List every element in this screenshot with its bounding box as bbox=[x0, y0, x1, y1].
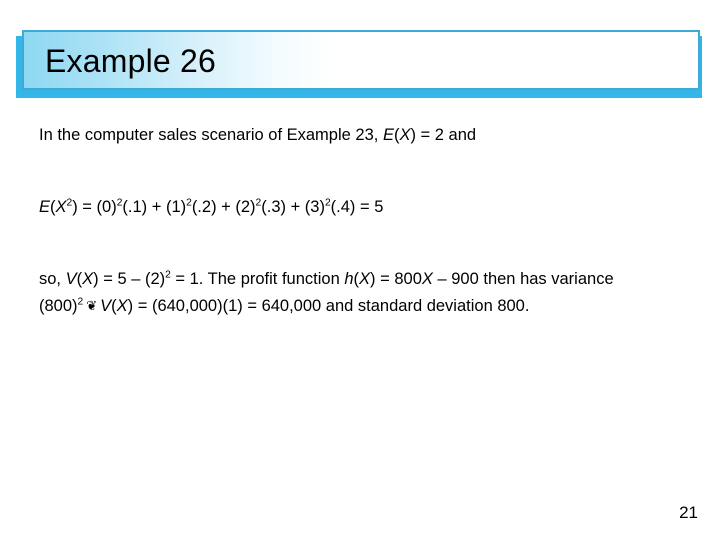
p2-term-c: (.3) + (3) bbox=[261, 198, 325, 216]
p2-var-x: X bbox=[55, 198, 67, 216]
page-number: 21 bbox=[679, 503, 698, 522]
p3-var-x-1: X bbox=[82, 270, 94, 288]
p1-text-part2: = 2 and bbox=[415, 126, 477, 144]
p3-var-h: h bbox=[344, 270, 354, 288]
p3-mid-2: = 1. The profit function bbox=[170, 270, 345, 288]
title-block: Example 26 bbox=[16, 30, 702, 98]
body-paragraph-2: E(X2) = (0)2(.1) + (1)2(.2) + (2)2(.3) +… bbox=[39, 194, 687, 221]
p3-mid-1: = 5 – (2) bbox=[98, 270, 166, 288]
body-paragraph-1: In the computer sales scenario of Exampl… bbox=[39, 122, 687, 149]
p3-var-x-2: X bbox=[359, 270, 371, 288]
slide-body: In the computer sales scenario of Exampl… bbox=[39, 122, 687, 320]
p3-var-v-2: V bbox=[100, 297, 112, 315]
p2-var-e: E bbox=[39, 198, 51, 216]
p3-var-x-3: X bbox=[421, 270, 433, 288]
ornament-icon: ❦ bbox=[86, 299, 98, 314]
slide: Example 26 In the computer sales scenari… bbox=[0, 0, 720, 540]
p2-term-a: (.1) + (1) bbox=[122, 198, 187, 216]
p1-var-x: X bbox=[399, 126, 411, 144]
p2-term-d: (.4) = 5 bbox=[330, 198, 384, 216]
p3-mid-3: = 800 bbox=[375, 270, 422, 288]
p1-var-e: E bbox=[382, 126, 394, 144]
slide-title: Example 26 bbox=[45, 43, 216, 79]
p3-lead: so, bbox=[39, 270, 66, 288]
p1-text-part1: In the computer sales scenario of Exampl… bbox=[39, 126, 383, 144]
p2-term-b: (.2) + (2) bbox=[191, 198, 256, 216]
p3-mid-5: = (640,000)(1) = 640,000 and standard de… bbox=[133, 297, 530, 315]
body-paragraph-3: so, V(X) = 5 – (2)2 = 1. The profit func… bbox=[39, 266, 687, 320]
p3-var-v-1: V bbox=[65, 270, 77, 288]
p2-equals: = (0) bbox=[77, 198, 117, 216]
title-box: Example 26 bbox=[22, 30, 700, 90]
p3-var-x-4: X bbox=[116, 297, 128, 315]
